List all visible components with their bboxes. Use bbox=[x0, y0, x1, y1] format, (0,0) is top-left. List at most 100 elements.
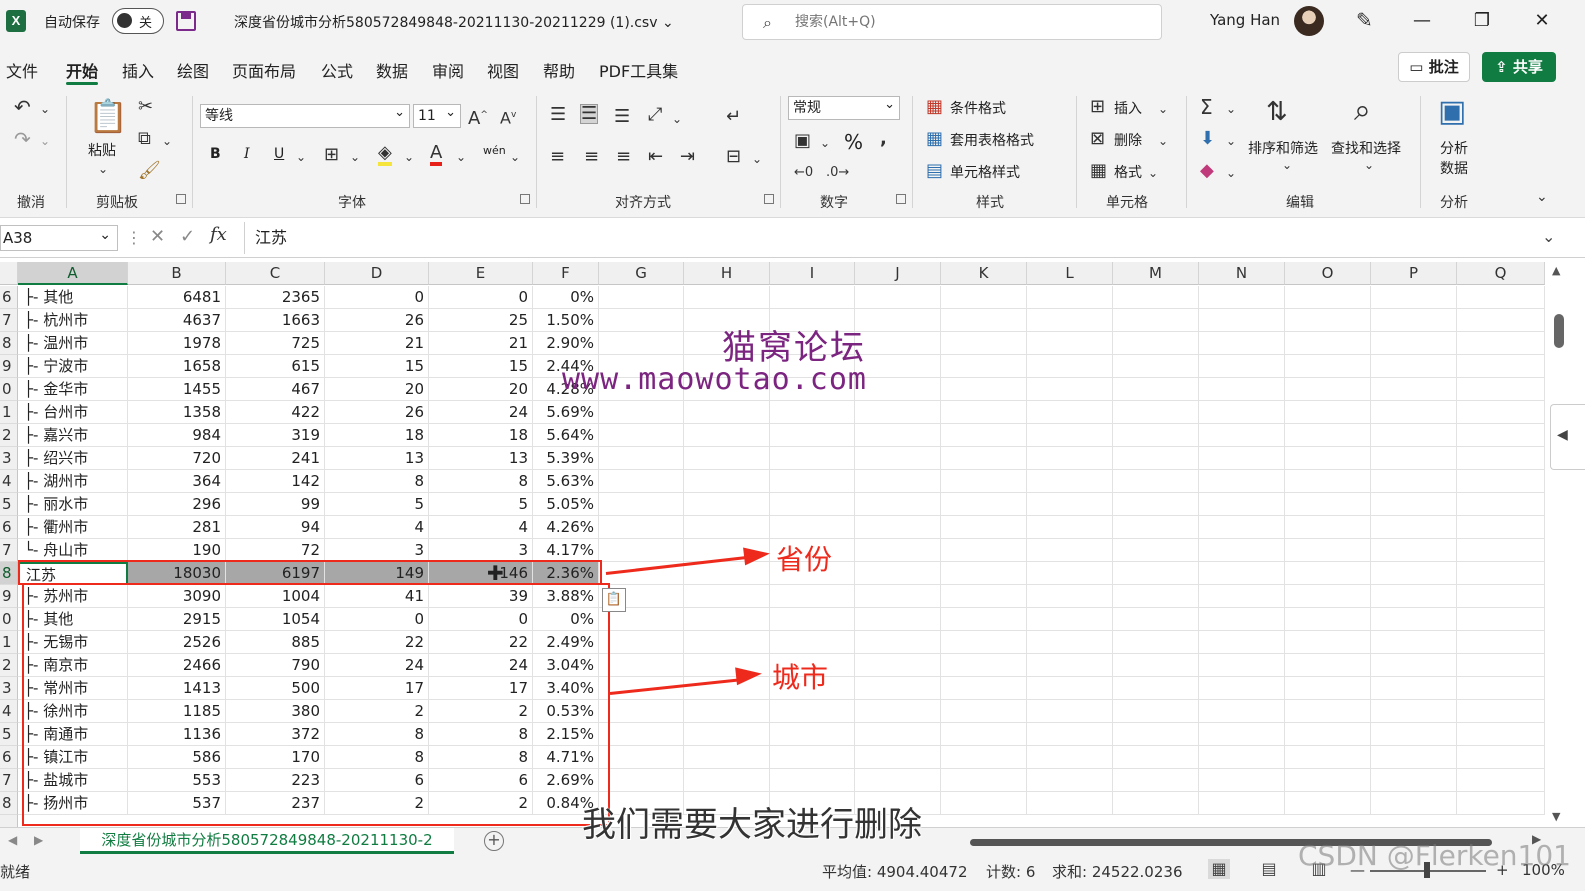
empty-cell[interactable] bbox=[599, 401, 684, 424]
empty-cell[interactable] bbox=[1285, 723, 1371, 746]
increase-decimal-icon[interactable]: ←0 bbox=[794, 164, 813, 182]
row-header[interactable]: 3 bbox=[0, 677, 18, 700]
data-cell[interactable]: 15 bbox=[325, 355, 429, 378]
empty-cell[interactable] bbox=[1371, 654, 1457, 677]
empty-cell[interactable] bbox=[1457, 493, 1545, 516]
font-color-icon[interactable]: A bbox=[430, 144, 443, 166]
empty-cell[interactable] bbox=[770, 516, 855, 539]
empty-cell[interactable] bbox=[599, 424, 684, 447]
empty-cell[interactable] bbox=[1199, 401, 1285, 424]
row-header[interactable]: 6 bbox=[0, 746, 18, 769]
empty-cell[interactable] bbox=[1027, 562, 1113, 585]
empty-cell[interactable] bbox=[855, 654, 941, 677]
empty-cell[interactable] bbox=[941, 309, 1027, 332]
row-header[interactable]: 2 bbox=[0, 654, 18, 677]
data-cell[interactable]: 1978 bbox=[128, 332, 226, 355]
empty-cell[interactable] bbox=[1113, 447, 1199, 470]
comment-button[interactable]: ▭ 批注 bbox=[1398, 52, 1470, 82]
data-cell[interactable]: 99 bbox=[226, 493, 325, 516]
tab-home[interactable]: 开始 bbox=[66, 58, 99, 85]
row-header[interactable]: 7 bbox=[0, 309, 18, 332]
empty-cell[interactable] bbox=[1457, 654, 1545, 677]
search-input[interactable] bbox=[795, 11, 1135, 33]
empty-cell[interactable] bbox=[1199, 470, 1285, 493]
empty-cell[interactable] bbox=[1457, 700, 1545, 723]
empty-cell[interactable] bbox=[599, 493, 684, 516]
empty-cell[interactable] bbox=[1285, 378, 1371, 401]
row-label-cell[interactable]: ├- 湖州市 bbox=[18, 470, 128, 493]
column-header-l[interactable]: L bbox=[1027, 262, 1113, 285]
data-cell[interactable]: 467 bbox=[226, 378, 325, 401]
empty-cell[interactable] bbox=[1027, 516, 1113, 539]
empty-cell[interactable] bbox=[1457, 746, 1545, 769]
empty-cell[interactable] bbox=[855, 355, 941, 378]
data-cell[interactable]: 5.05% bbox=[533, 493, 599, 516]
empty-cell[interactable] bbox=[1285, 332, 1371, 355]
empty-cell[interactable] bbox=[599, 631, 684, 654]
empty-cell[interactable] bbox=[941, 493, 1027, 516]
chevron-down-icon[interactable]: ⌄ bbox=[1158, 100, 1168, 118]
worksheet-grid[interactable]: ABCDEFGHIJKLMNOPQ 6 ├- 其他 6481 2365 0 0 0% 7 ├- … bbox=[0, 262, 1545, 827]
data-cell[interactable]: 0 bbox=[429, 286, 533, 309]
empty-cell[interactable] bbox=[1371, 769, 1457, 792]
comma-style-icon[interactable]: , bbox=[880, 130, 887, 148]
chevron-down-icon[interactable]: ⌄ bbox=[404, 148, 414, 166]
empty-cell[interactable] bbox=[770, 401, 855, 424]
empty-cell[interactable] bbox=[941, 539, 1027, 562]
empty-cell[interactable] bbox=[855, 539, 941, 562]
row-label-cell[interactable]: ├- 金华市 bbox=[18, 378, 128, 401]
empty-cell[interactable] bbox=[1285, 309, 1371, 332]
empty-cell[interactable] bbox=[1113, 677, 1199, 700]
empty-cell[interactable] bbox=[1027, 769, 1113, 792]
empty-cell[interactable] bbox=[855, 424, 941, 447]
empty-cell[interactable] bbox=[1371, 378, 1457, 401]
data-cell[interactable]: 364 bbox=[128, 470, 226, 493]
data-cell[interactable]: 4.26% bbox=[533, 516, 599, 539]
name-box[interactable]: A38 bbox=[0, 223, 118, 251]
decrease-font-icon[interactable]: Av bbox=[500, 106, 516, 127]
sort-filter-button[interactable]: 排序和筛选 bbox=[1248, 138, 1318, 158]
row-header[interactable]: 8 bbox=[0, 562, 18, 585]
insert-cells-icon[interactable]: ⊞ bbox=[1090, 98, 1105, 116]
empty-cell[interactable] bbox=[1199, 654, 1285, 677]
row-label-cell[interactable]: ├- 衢州市 bbox=[18, 516, 128, 539]
pen-icon[interactable]: ✎ bbox=[1356, 8, 1373, 32]
column-header-k[interactable]: K bbox=[941, 262, 1027, 285]
data-cell[interactable]: 1663 bbox=[226, 309, 325, 332]
empty-cell[interactable] bbox=[855, 401, 941, 424]
empty-cell[interactable] bbox=[599, 286, 684, 309]
data-cell[interactable]: 0 bbox=[325, 286, 429, 309]
phonetic-guide-icon[interactable]: wén bbox=[483, 144, 506, 157]
empty-cell[interactable] bbox=[1457, 355, 1545, 378]
empty-cell[interactable] bbox=[770, 493, 855, 516]
row-header[interactable]: 6 bbox=[0, 286, 18, 309]
data-cell[interactable]: 5.64% bbox=[533, 424, 599, 447]
data-cell[interactable]: 725 bbox=[226, 332, 325, 355]
row-header[interactable]: 8 bbox=[0, 792, 18, 815]
empty-cell[interactable] bbox=[1371, 746, 1457, 769]
empty-cell[interactable] bbox=[1027, 309, 1113, 332]
empty-cell[interactable] bbox=[941, 608, 1027, 631]
column-header-q[interactable]: Q bbox=[1457, 262, 1545, 285]
empty-cell[interactable] bbox=[1371, 401, 1457, 424]
row-header[interactable]: 1 bbox=[0, 401, 18, 424]
close-button[interactable]: ✕ bbox=[1520, 6, 1564, 36]
data-cell[interactable]: 142 bbox=[226, 470, 325, 493]
chevron-down-icon[interactable]: ⌄ bbox=[820, 134, 830, 152]
chevron-down-icon[interactable]: ⌄ bbox=[162, 132, 172, 150]
empty-cell[interactable] bbox=[941, 332, 1027, 355]
data-cell[interactable]: 18 bbox=[325, 424, 429, 447]
column-header-j[interactable]: J bbox=[855, 262, 941, 285]
empty-cell[interactable] bbox=[941, 447, 1027, 470]
empty-cell[interactable] bbox=[1027, 539, 1113, 562]
underline-button[interactable]: U bbox=[274, 146, 284, 162]
empty-cell[interactable] bbox=[1113, 700, 1199, 723]
data-cell[interactable]: 1658 bbox=[128, 355, 226, 378]
row-header[interactable]: 3 bbox=[0, 447, 18, 470]
empty-cell[interactable] bbox=[1457, 723, 1545, 746]
empty-cell[interactable] bbox=[1457, 792, 1545, 815]
empty-cell[interactable] bbox=[770, 470, 855, 493]
empty-cell[interactable] bbox=[770, 447, 855, 470]
empty-cell[interactable] bbox=[1285, 562, 1371, 585]
empty-cell[interactable] bbox=[941, 723, 1027, 746]
